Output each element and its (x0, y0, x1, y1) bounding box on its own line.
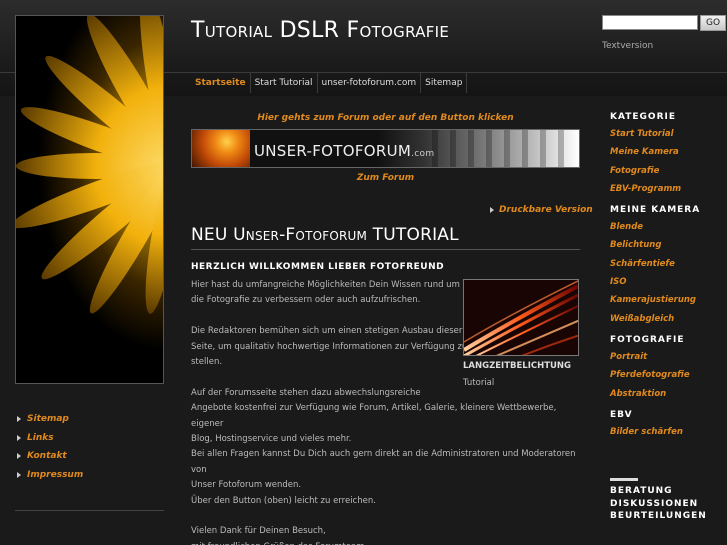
sidebar-bottom-beratung[interactable]: BERATUNG (610, 486, 727, 499)
site-title-part: DSLR (279, 18, 340, 43)
print-version-link[interactable]: Druckbare Version (490, 205, 593, 215)
flower-photo (15, 15, 164, 384)
sidebar-link-meine-kamera[interactable]: Meine Kamera (610, 143, 727, 161)
sidebar-link-iso[interactable]: ISO (610, 273, 727, 291)
forum-banner[interactable]: UNSER-FOTOFORUM.com (191, 129, 580, 168)
sidebar-heading: MEINE KAMERA (610, 205, 701, 216)
page-title-part: NSER (245, 229, 280, 243)
sidebar-bottom-beurteilungen[interactable]: BEURTEILUNGEN (610, 511, 727, 524)
left-nav: Sitemap Links Kontakt Impressum (15, 410, 164, 484)
site-title-part: T (191, 18, 205, 43)
sidebar-link-portrait[interactable]: Portrait (610, 348, 727, 366)
left-nav-sitemap[interactable]: Sitemap (15, 410, 164, 429)
banner-flower-image (192, 130, 250, 167)
tab-sitemap[interactable]: Sitemap (421, 73, 468, 93)
page-title-part: -F (279, 225, 296, 245)
site-title-part: OTOGRAFIE (359, 23, 450, 41)
sidebar-heading: EBV (610, 409, 633, 420)
image-subcaption: Tutorial (463, 378, 495, 388)
sidebar-bottom: BERATUNG DISKUSSIONEN BEURTEILUNGEN (610, 478, 727, 524)
sidebar-link-fotografie[interactable]: Fotografie (610, 162, 727, 180)
page-title: NEU UNSER-FOTOFORUM TUTORIAL (191, 225, 459, 245)
sidebar-link-kamerajustierung[interactable]: Kamerajustierung (610, 291, 727, 309)
sidebar-bar (610, 478, 638, 481)
sidebar-heading: KATEGORIE (610, 112, 676, 122)
sidebar-link-ebv-programm[interactable]: EBV-Programm (610, 180, 727, 198)
sidebar-link-belichtung[interactable]: Belichtung (610, 236, 727, 254)
site-title-part: F (346, 18, 360, 43)
left-nav-label: Sitemap (27, 414, 69, 425)
left-nav-label: Impressum (27, 469, 84, 480)
paragraph: Vielen Dank für Deinen Besuch, mit freun… (191, 526, 364, 545)
banner-text-suffix: .com (411, 149, 435, 159)
image-caption: LANGZEITBELICHTUNG (463, 361, 572, 371)
sidebar-group-ebv: EBV Bilder schärfen (610, 410, 727, 441)
left-nav-kontakt[interactable]: Kontakt (15, 447, 164, 466)
left-divider (15, 510, 164, 511)
sidebar-group-meine-kamera: MEINE KAMERA Blende Belichtung Schärfent… (610, 205, 727, 328)
arrow-right-icon (490, 207, 494, 213)
page-title-part: TUTORIAL (367, 225, 459, 245)
sidebar-group-fotografie: FOTOGRAFIE Portrait Pferdefotografie Abs… (610, 335, 727, 403)
tab-start-tutorial[interactable]: Start Tutorial (251, 73, 318, 93)
sidebar-link-start-tutorial[interactable]: Start Tutorial (610, 125, 727, 143)
arrow-right-icon (17, 434, 21, 441)
sidebar-link-abstraktion[interactable]: Abstraktion (610, 385, 727, 403)
site-title-part: UTORIAL (204, 23, 273, 41)
left-nav-label: Links (27, 432, 54, 443)
page: TUTORIAL DSLR FOTOGRAFIE GO Textversion … (0, 0, 727, 545)
light-trails-graphic (464, 280, 578, 355)
sidebar-link-bilder-schaerfen[interactable]: Bilder schärfen (610, 423, 727, 441)
sidebar-bottom-diskussionen[interactable]: DISKUSSIONEN (610, 499, 727, 512)
left-nav-impressum[interactable]: Impressum (15, 466, 164, 485)
left-nav-links[interactable]: Links (15, 429, 164, 448)
search-input[interactable] (602, 15, 698, 30)
sidebar-group-kategorie: KATEGORIE Start Tutorial Meine Kamera Fo… (610, 112, 727, 198)
tab-unser-fotoforum[interactable]: unser-fotoforum.com (318, 73, 422, 93)
long-exposure-photo[interactable] (463, 279, 579, 356)
site-title: TUTORIAL DSLR FOTOGRAFIE (191, 18, 449, 43)
sidebar-link-weissabgleich[interactable]: Weißabgleich (610, 310, 727, 328)
sidebar-heading: FOTOGRAFIE (610, 334, 685, 345)
search-go-button[interactable]: GO (700, 15, 726, 31)
page-title-part: U (233, 225, 246, 245)
forum-hint-link[interactable]: Hier gehts zum Forum oder auf den Button… (191, 113, 580, 123)
left-nav-label: Kontakt (27, 451, 67, 462)
banner-text: UNSER-FOTOFORUM.com (254, 142, 434, 160)
main-nav: Startseite Start Tutorial unser-fotoforu… (191, 73, 468, 93)
arrow-right-icon (17, 471, 21, 478)
text-version-link[interactable]: Textversion (602, 41, 653, 51)
sidebar-link-blende[interactable]: Blende (610, 218, 727, 236)
tab-startseite[interactable]: Startseite (191, 73, 251, 93)
page-title-part: OTOFORUM (295, 229, 368, 243)
paragraph: Auf der Forumsseite stehen dazu abwechsl… (191, 387, 576, 506)
flower-petals-graphic (16, 16, 163, 314)
page-title-part: NEU (191, 225, 234, 245)
welcome-heading: HERZLICH WILLKOMMEN LIEBER FOTOFREUND (191, 262, 445, 272)
arrow-right-icon (17, 453, 21, 460)
title-rule (191, 249, 580, 250)
sidebar-link-pferdefotografie[interactable]: Pferdefotografie (610, 366, 727, 384)
to-forum-link[interactable]: Zum Forum (191, 173, 580, 183)
print-version-label: Druckbare Version (499, 205, 593, 215)
banner-text-main: UNSER-FOTOFORUM (254, 142, 412, 160)
right-sidebar: KATEGORIE Start Tutorial Meine Kamera Fo… (610, 112, 727, 448)
sidebar-link-schaerfentiefe[interactable]: Schärfentiefe (610, 255, 727, 273)
arrow-right-icon (17, 416, 21, 423)
